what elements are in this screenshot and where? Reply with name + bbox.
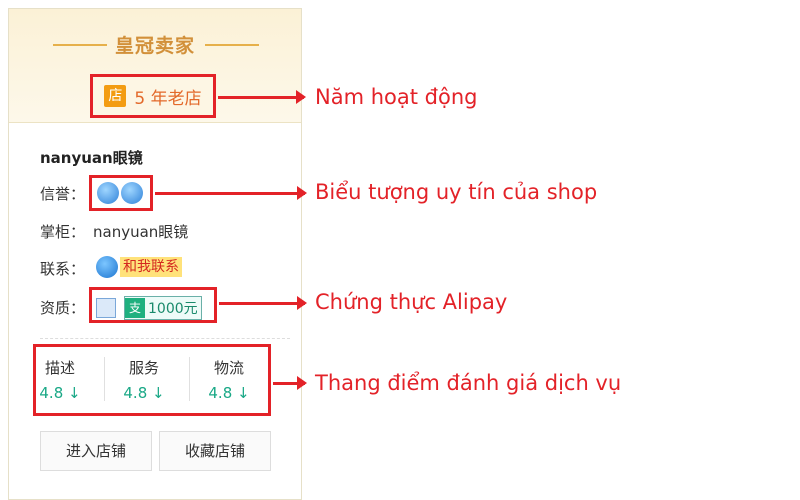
credit-highlight-box [89, 175, 153, 211]
annotation-arrow [219, 296, 307, 310]
divider [40, 338, 290, 339]
title-right-line [205, 44, 259, 46]
annotation-arrow [155, 186, 307, 200]
enter-shop-button[interactable]: 进入店铺 [40, 431, 152, 471]
certification-icon[interactable] [96, 298, 116, 318]
contact-label: 联系： [40, 260, 86, 278]
annotation-years: Năm hoạt động [315, 85, 478, 109]
keeper-name[interactable]: nanyuan眼镜 [93, 221, 188, 242]
alipay-badge[interactable]: 支 1000元 [124, 296, 202, 320]
alipay-icon: 支 [125, 298, 145, 318]
crown-icon [121, 182, 143, 204]
shop-badge-icon: 店 [104, 85, 127, 107]
rating-name: 描述 [44, 359, 75, 377]
keeper-label: 掌柜： [40, 223, 86, 241]
rating-value: 4.8 ↓ [39, 384, 81, 402]
contact-me-button[interactable]: 和我联系 [120, 257, 182, 277]
rating-name: 服务 [128, 359, 159, 377]
qualification-label: 资质： [40, 299, 86, 317]
rating-value: 4.8 ↓ [123, 384, 165, 402]
favorite-shop-button[interactable]: 收藏店铺 [159, 431, 271, 471]
annotation-arrow [273, 376, 307, 390]
chat-icon[interactable] [96, 256, 118, 278]
annotation-arrow [218, 90, 306, 104]
shop-name[interactable]: nanyuan眼镜 [40, 147, 143, 168]
credit-label: 信誉： [40, 185, 86, 203]
rating-name: 物流 [213, 359, 244, 377]
annotation-rating: Thang điểm đánh giá dịch vụ [315, 371, 622, 395]
shop-age-box: 店 5 年老店 [90, 74, 216, 118]
rating-value: 4.8 ↓ [208, 384, 250, 402]
annotation-credit-icon: Biểu tượng uy tín của shop [315, 180, 598, 204]
rating-service: 服务 4.8 ↓ [104, 357, 184, 402]
alipay-amount: 1000元 [148, 301, 198, 317]
crown-icon [97, 182, 119, 204]
rating-logistics: 物流 4.8 ↓ [189, 357, 269, 402]
rating-description: 描述 4.8 ↓ [20, 357, 100, 402]
shop-age-text: 5 年老店 [134, 88, 202, 109]
annotation-alipay: Chứng thực Alipay [315, 290, 508, 314]
